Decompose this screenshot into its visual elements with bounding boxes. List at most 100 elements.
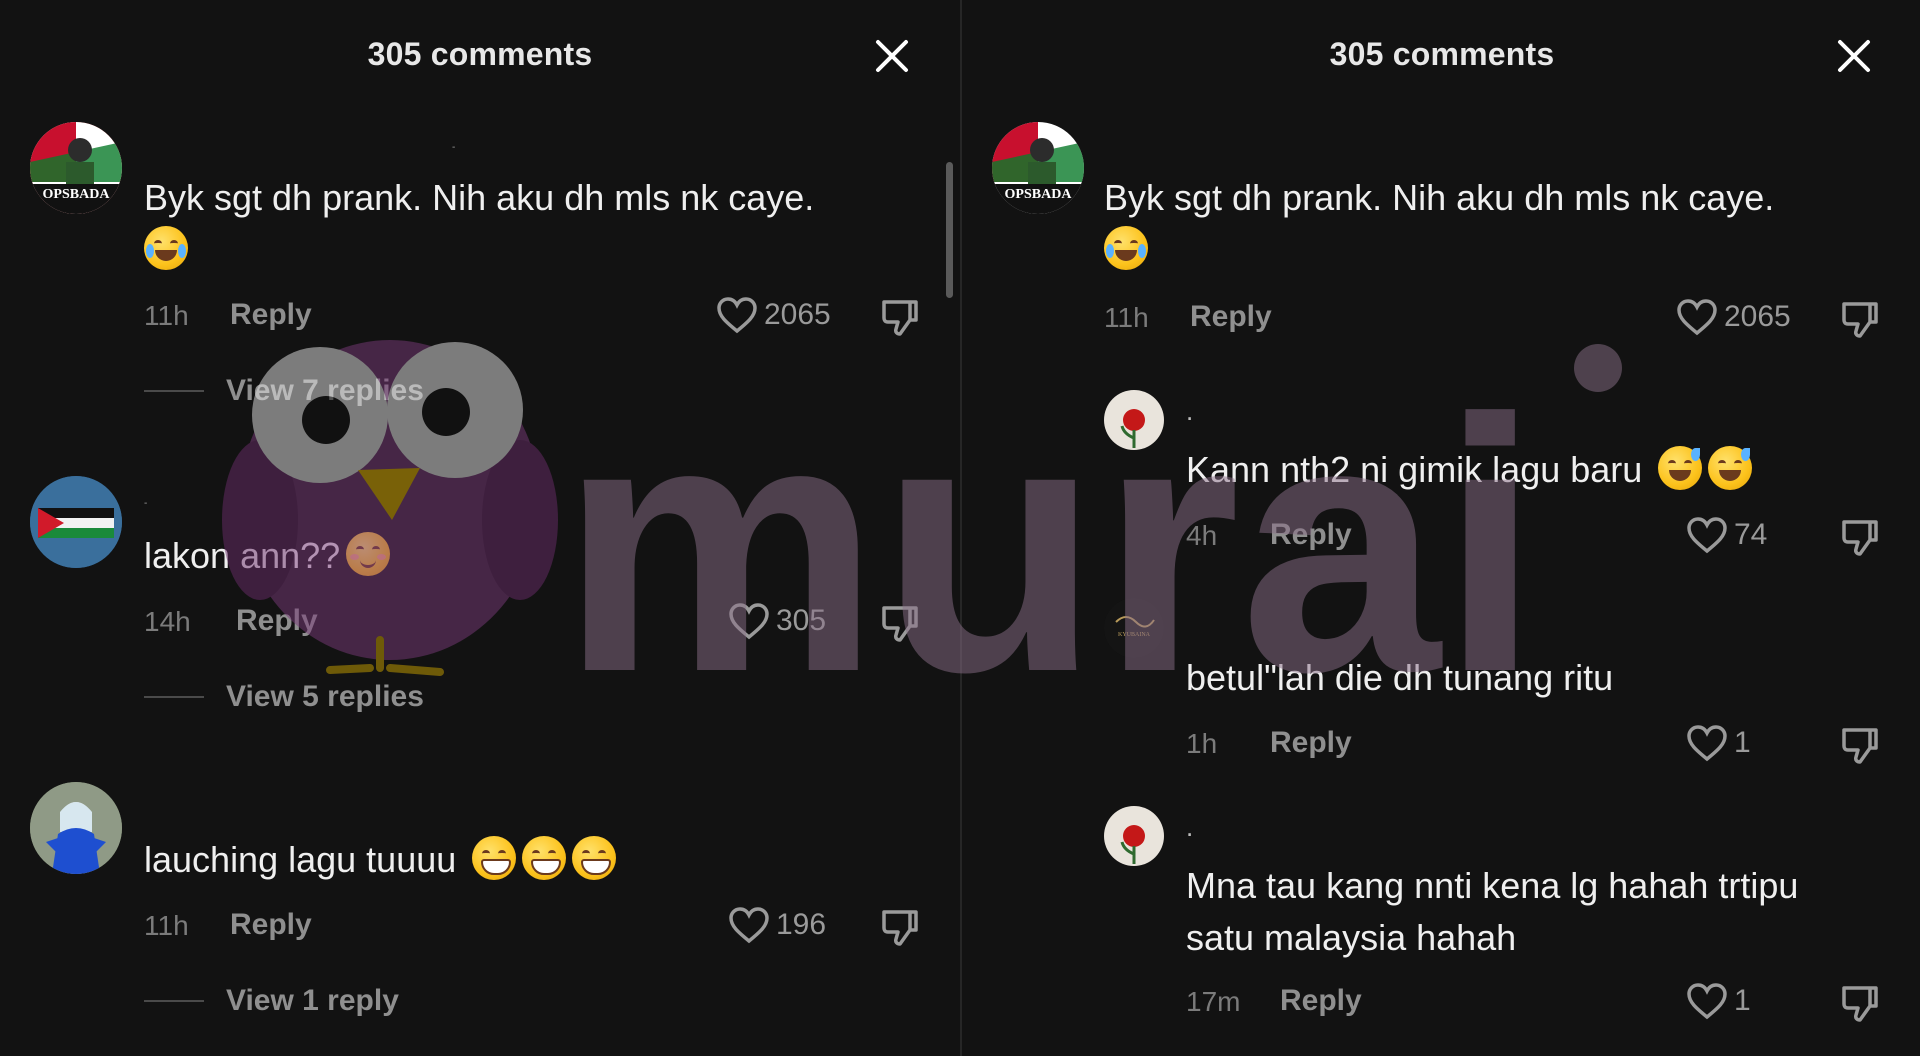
comment-text-content: lakon ann?? [144,535,341,576]
grinning-emoji-icon [472,836,517,880]
like-count: 1 [1734,984,1751,1017]
dislike-icon[interactable] [1840,726,1880,766]
reply-button[interactable]: Reply [1270,518,1352,552]
reply-button[interactable]: Reply [1270,726,1352,760]
comments-panel-left: 305 comments OPSBADA - Byk sgt dh prank.… [0,0,960,1056]
comment-username[interactable]: - [144,498,147,509]
comment-time: 11h [1104,302,1149,333]
dislike-icon[interactable] [880,604,920,644]
reply-time: 1h [1186,728,1218,759]
view-replies-button[interactable]: View 5 replies [144,680,424,714]
view-replies-label: View 1 reply [226,984,399,1017]
avatar-image: KYUBAINA [1104,598,1164,658]
reply-time: 4h [1186,520,1218,551]
like-count: 74 [1734,518,1768,551]
svg-text:OPSBADA: OPSBADA [43,187,111,202]
reply-text-content: betul"lah die dh tunang ritu [1186,657,1614,698]
reply-username[interactable]: . [1186,814,1193,840]
laughing-tears-emoji-icon [144,226,188,270]
reply-avatar[interactable] [1104,390,1164,450]
dislike-icon[interactable] [1840,518,1880,558]
comments-count-title: 305 comments [1329,36,1555,72]
view-replies-button[interactable]: View 7 replies [144,374,424,408]
reply-button[interactable]: Reply [1280,984,1362,1018]
like-count: 305 [776,604,827,637]
view-replies-label: View 7 replies [226,374,424,407]
grinning-emoji-icon [572,836,617,880]
reply-button[interactable]: Reply [230,908,312,942]
avatar-image: OPSBADA [30,122,122,214]
reply-button[interactable]: Reply [236,604,318,638]
sweat-smile-emoji-icon [1658,446,1703,490]
reply-text-content: Kann nth2 ni gimik lagu baru [1186,449,1643,490]
comments-count-title: 305 comments [367,36,593,72]
dislike-icon[interactable] [1840,300,1880,340]
view-replies-line [144,1000,204,1002]
close-icon [1838,40,1870,72]
svg-text:OPSBADA: OPSBADA [1005,187,1073,202]
like-button[interactable]: 305 [728,602,826,640]
comment-text: Byk sgt dh prank. Nih aku dh mls nk caye… [1104,172,1894,276]
laughing-tears-emoji-icon [1104,226,1148,270]
reply-text-line-2: satu malaysia hahah [1186,917,1517,958]
avatar[interactable]: OPSBADA [992,122,1084,214]
like-button[interactable]: 74 [1686,516,1767,554]
reply-button[interactable]: Reply [230,298,312,332]
like-button[interactable]: 1 [1686,724,1751,762]
heart-icon [717,297,757,334]
grinning-emoji-icon [522,836,567,880]
comment-text-content: Byk sgt dh prank. Nih aku dh mls nk caye… [1104,177,1775,218]
avatar-image: OPSBADA [992,122,1084,214]
reply-avatar[interactable] [1104,806,1164,866]
like-count: 1 [1734,726,1751,759]
dislike-icon[interactable] [1840,984,1880,1024]
like-button[interactable]: 2065 [716,296,831,334]
relieved-emoji-icon [346,532,391,576]
comment-text: Byk sgt dh prank. Nih aku dh mls nk caye… [144,172,924,276]
dislike-icon[interactable] [880,908,920,948]
dislike-icon[interactable] [880,298,920,338]
view-replies-line [144,390,204,392]
close-icon [876,40,908,72]
view-replies-line [144,696,204,698]
sweat-smile-emoji-icon [1708,446,1753,490]
like-count: 196 [776,908,827,941]
comment-time: 11h [144,910,189,941]
reply-text: Kann nth2 ni gimik lagu baru [1186,444,1753,496]
like-count: 2065 [1724,300,1791,333]
scrollbar[interactable] [946,162,953,298]
rose-avatar-image [1104,806,1164,866]
comments-panel-right: 305 comments OPSBADA Byk sgt dh prank. N… [962,0,1920,1056]
comment-text-content: Byk sgt dh prank. Nih aku dh mls nk caye… [144,177,815,218]
reply-text-line-1: Mna tau kang nnti kena lg hahah trtipu [1186,865,1799,906]
like-button[interactable]: 196 [728,906,826,944]
like-button[interactable]: 2065 [1676,298,1791,336]
avatar[interactable]: OPSBADA [30,122,122,214]
reply-username[interactable]: . [1186,398,1193,424]
close-button[interactable] [1832,34,1876,78]
palestine-flag-avatar-image [30,476,122,568]
close-button[interactable] [870,34,914,78]
comment-text: lauching lagu tuuuu [144,834,617,886]
avatar[interactable] [30,782,122,874]
reply-text: Mna tau kang nnti kena lg hahah trtipu s… [1186,860,1906,964]
avatar[interactable] [30,476,122,568]
heart-icon [1687,725,1727,762]
heart-icon [1677,299,1717,336]
reply-time: 17m [1186,986,1241,1017]
like-count: 2065 [764,298,831,331]
reply-avatar[interactable]: KYUBAINA [1104,598,1164,658]
heart-icon [729,907,769,944]
view-replies-button[interactable]: View 1 reply [144,984,399,1018]
avatar-image [30,782,122,874]
comment-text: lakon ann?? [144,530,391,582]
heart-icon [1687,983,1727,1020]
comment-time: 14h [144,606,191,637]
reply-button[interactable]: Reply [1190,300,1272,334]
heart-icon [1687,517,1727,554]
heart-icon [729,603,769,640]
like-button[interactable]: 1 [1686,982,1751,1020]
comment-username[interactable]: - [452,142,455,153]
rose-avatar-image [1104,390,1164,450]
reply-text: betul"lah die dh tunang ritu [1186,652,1613,704]
